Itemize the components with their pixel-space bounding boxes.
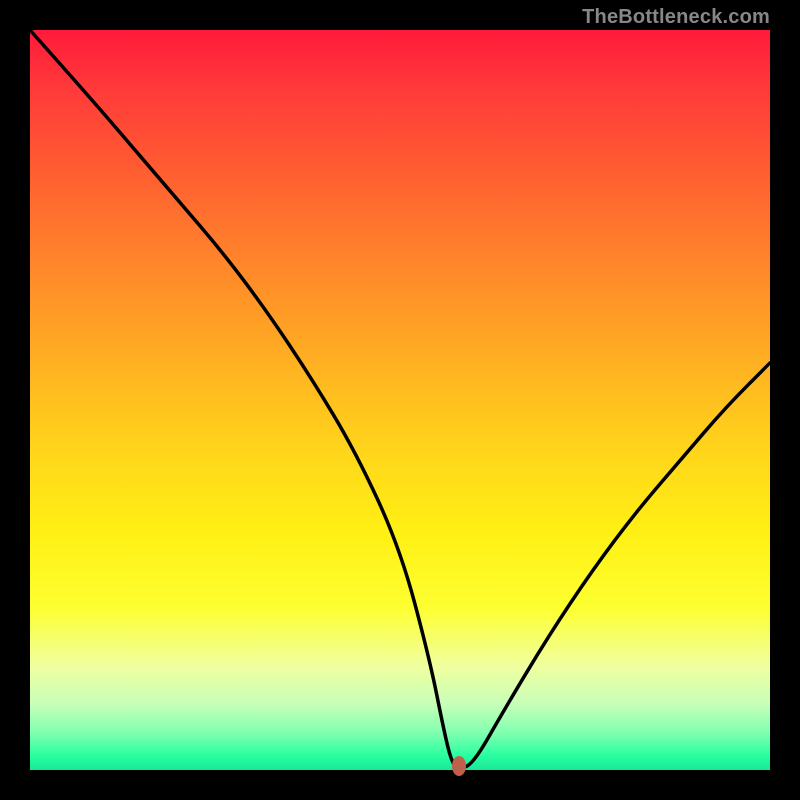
chart-frame: TheBottleneck.com	[0, 0, 800, 800]
bottleneck-curve	[30, 30, 770, 768]
minimum-marker	[452, 756, 466, 776]
attribution-watermark: TheBottleneck.com	[582, 6, 770, 29]
chart-curve-layer	[30, 30, 770, 770]
